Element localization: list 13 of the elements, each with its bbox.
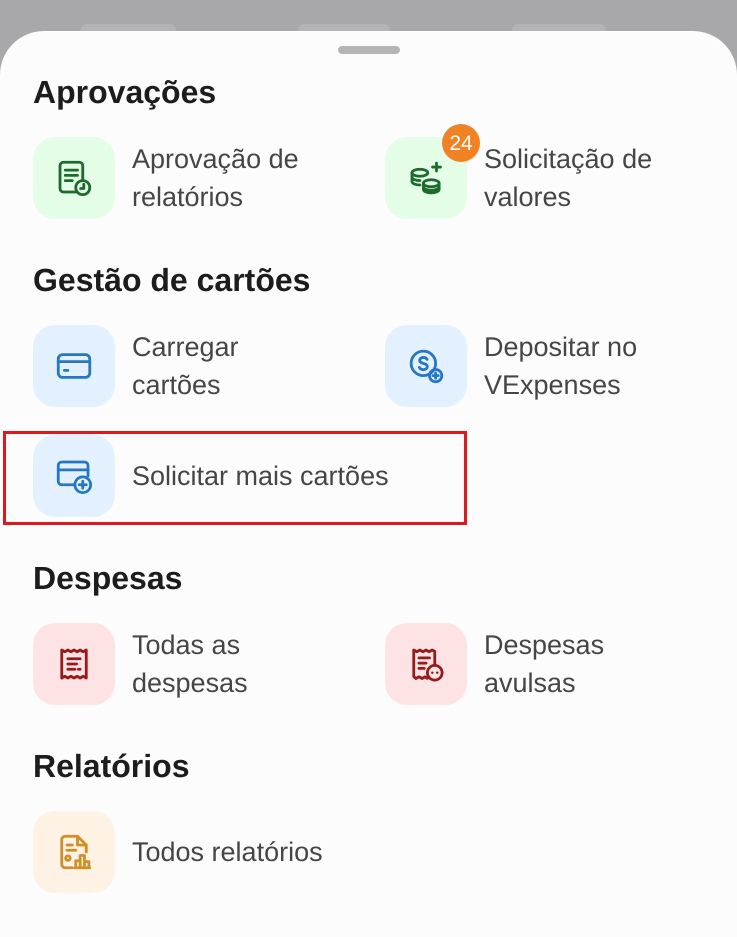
menu-item[interactable]: Todos relatórios xyxy=(33,811,323,893)
count-badge: 24 xyxy=(442,124,480,162)
section-heading: Aprovações xyxy=(33,73,218,111)
drag-handle[interactable] xyxy=(338,46,400,54)
section-heading: Relatórios xyxy=(33,747,190,785)
section-heading: Gestão de cartões xyxy=(33,261,312,299)
menu-item[interactable]: Todas as despesas xyxy=(33,623,248,705)
section-heading: Despesas xyxy=(33,559,184,597)
menu-item[interactable]: Despesas avulsas xyxy=(385,623,604,705)
menu-item[interactable]: Aprovação de relatórios xyxy=(33,137,299,219)
menu-item[interactable]: Solicitar mais cartões xyxy=(33,435,389,517)
menu-item[interactable]: Depositar no VExpenses xyxy=(385,325,638,407)
menu-item[interactable]: Carregar cartões xyxy=(33,325,239,407)
